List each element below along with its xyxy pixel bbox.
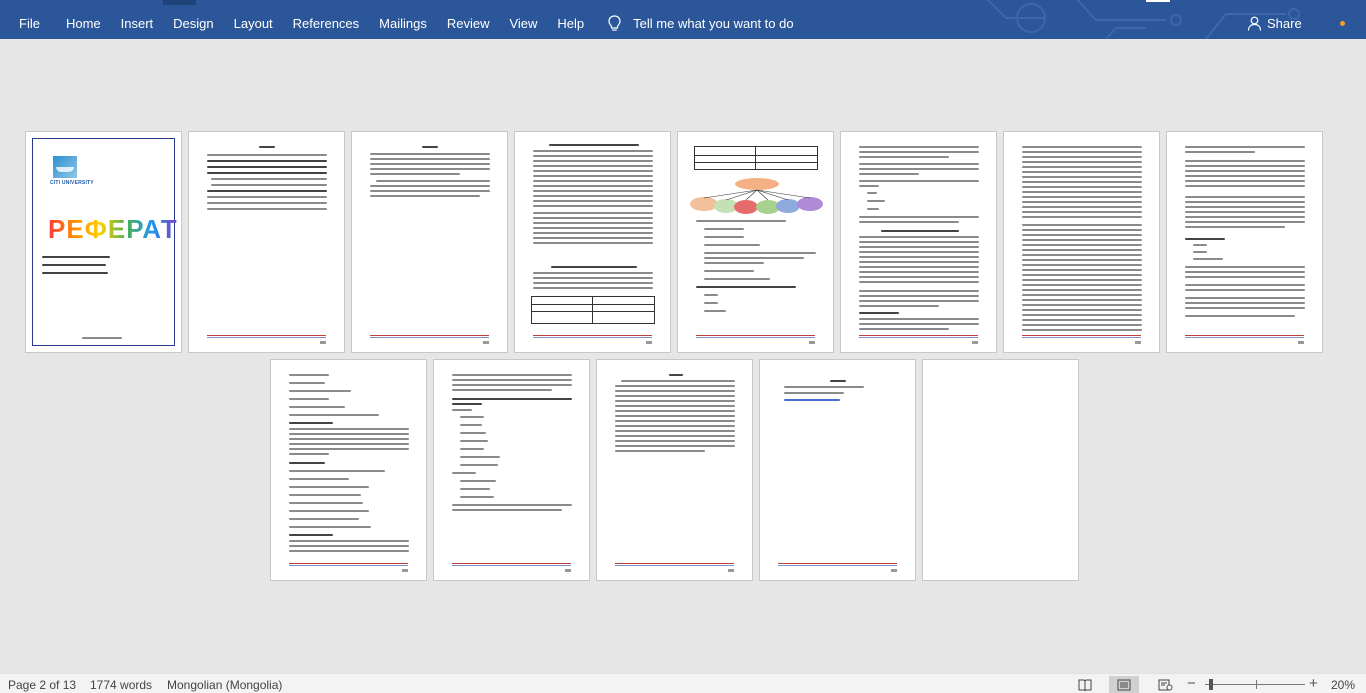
menu-review[interactable]: Review — [437, 0, 500, 39]
document-canvas[interactable]: CITI UNIVERSITY РЕФЕРАТ — [0, 39, 1366, 673]
cover-title: РЕФЕРАТ — [48, 214, 178, 244]
share-button[interactable]: Share — [1247, 0, 1302, 39]
web-layout-button[interactable] — [1150, 676, 1180, 693]
university-logo-text: CITI UNIVERSITY — [50, 180, 94, 186]
language-indicator[interactable]: Mongolian (Mongolia) — [167, 678, 282, 692]
menu-insert[interactable]: Insert — [111, 0, 164, 39]
lightbulb-icon — [608, 15, 621, 31]
page-thumbnail-5[interactable] — [677, 131, 834, 353]
menu-mailings[interactable]: Mailings — [369, 0, 437, 39]
table-thumbnail — [694, 146, 818, 170]
page-thumbnail-7[interactable] — [1003, 131, 1160, 353]
page-thumbnail-11[interactable] — [596, 359, 753, 581]
tell-me-text: Tell me what you want to do — [633, 16, 794, 31]
zoom-slider[interactable] — [1205, 684, 1305, 685]
zoom-slider-midpoint — [1256, 680, 1257, 689]
page-count[interactable]: Page 2 of 13 — [8, 678, 76, 692]
read-mode-button[interactable] — [1070, 676, 1100, 693]
page-thumbnail-9[interactable] — [270, 359, 427, 581]
page-thumbnail-8[interactable] — [1166, 131, 1323, 353]
page-thumbnail-2[interactable] — [188, 131, 345, 353]
menu-design[interactable]: Design — [163, 0, 223, 39]
tell-me-search[interactable]: Tell me what you want to do — [608, 0, 794, 39]
status-bar: Page 2 of 13 1774 words Mongolian (Mongo… — [0, 673, 1366, 693]
menu-layout[interactable]: Layout — [224, 0, 283, 39]
menu-help[interactable]: Help — [547, 0, 594, 39]
zoom-out-button[interactable]: − — [1187, 675, 1196, 692]
ribbon-mark — [1146, 0, 1170, 2]
zoom-in-button[interactable]: + — [1309, 675, 1318, 692]
notification-dot — [1340, 21, 1345, 26]
diagram-thumbnail — [690, 178, 823, 214]
book-icon — [1078, 679, 1092, 691]
print-layout-icon — [1117, 679, 1131, 690]
page-thumbnail-10[interactable] — [433, 359, 590, 581]
table-thumbnail — [531, 296, 655, 324]
menu-home[interactable]: Home — [56, 0, 111, 39]
ribbon: File Home Insert Design Layout Reference… — [0, 0, 1366, 39]
menu-references[interactable]: References — [283, 0, 369, 39]
menu-file[interactable]: File — [0, 0, 56, 39]
page-thumbnail-13[interactable] — [922, 359, 1079, 581]
zoom-slider-thumb[interactable] — [1208, 679, 1213, 690]
word-count[interactable]: 1774 words — [90, 678, 152, 692]
person-icon — [1247, 16, 1262, 31]
ribbon-menu: File Home Insert Design Layout Reference… — [0, 0, 794, 39]
web-layout-icon — [1158, 679, 1172, 690]
page-thumbnail-4[interactable] — [514, 131, 671, 353]
share-label: Share — [1267, 16, 1302, 31]
page-thumbnail-3[interactable] — [351, 131, 508, 353]
university-logo — [53, 156, 77, 178]
zoom-level[interactable]: 20% — [1331, 678, 1355, 692]
menu-view[interactable]: View — [499, 0, 547, 39]
page-thumbnail-12[interactable] — [759, 359, 916, 581]
print-layout-button[interactable] — [1109, 676, 1139, 693]
page-thumbnail-6[interactable] — [840, 131, 997, 353]
page-thumbnail-1[interactable]: CITI UNIVERSITY РЕФЕРАТ — [25, 131, 182, 353]
